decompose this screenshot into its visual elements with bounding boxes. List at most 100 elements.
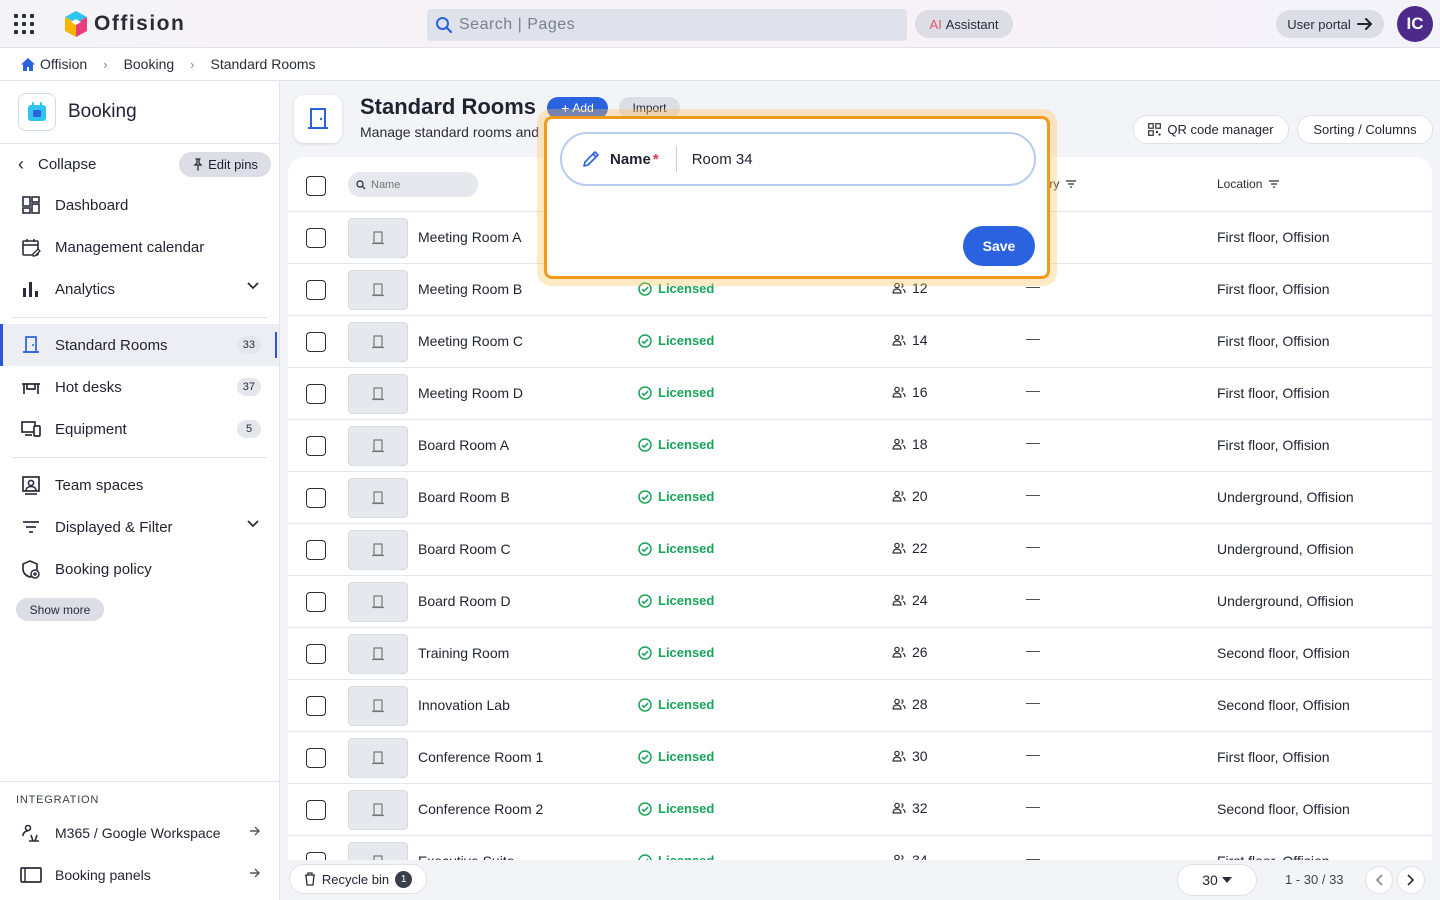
- room-thumbnail: [348, 374, 408, 414]
- name-field-label: Name *: [610, 150, 659, 168]
- row-checkbox[interactable]: [306, 228, 326, 248]
- location-header[interactable]: Location: [1217, 177, 1280, 191]
- row-checkbox[interactable]: [306, 748, 326, 768]
- qr-code-manager-button[interactable]: QR code manager: [1133, 115, 1289, 144]
- capacity: 18: [892, 436, 928, 452]
- filter-icon: [1066, 180, 1077, 188]
- table-row[interactable]: Meeting Room D Licensed 16 — First floor, Of…: [288, 368, 1432, 420]
- integration-item-booking-panels[interactable]: Booking panels: [0, 854, 279, 896]
- sidebar-item-equipment[interactable]: Equipment 5: [0, 408, 279, 450]
- sidebar-title: Booking: [68, 101, 137, 122]
- room-name[interactable]: Conference Room 1: [418, 749, 543, 765]
- sidebar-item-displayed-filter[interactable]: Displayed & Filter: [0, 506, 279, 548]
- breadcrumb-home[interactable]: Offision: [20, 56, 87, 72]
- row-checkbox[interactable]: [306, 592, 326, 612]
- user-avatar[interactable]: IC: [1397, 6, 1433, 42]
- apps-grid-icon[interactable]: [14, 14, 34, 34]
- room-thumbnail: [348, 686, 408, 726]
- global-search[interactable]: [427, 9, 907, 41]
- bar-chart-icon: [20, 278, 42, 300]
- license-status: Licensed: [638, 385, 714, 400]
- room-name[interactable]: Meeting Room B: [418, 281, 522, 297]
- row-checkbox[interactable]: [306, 280, 326, 300]
- row-checkbox[interactable]: [306, 644, 326, 664]
- people-icon: [892, 386, 906, 398]
- collapse-toggle[interactable]: ‹ Collapse Edit pins: [0, 144, 279, 184]
- room-name[interactable]: Board Room A: [418, 437, 509, 453]
- row-checkbox[interactable]: [306, 488, 326, 508]
- room-name[interactable]: Conference Room 2: [418, 801, 543, 817]
- sorting-columns-button[interactable]: Sorting / Columns: [1297, 115, 1433, 144]
- room-name[interactable]: Training Room: [418, 645, 509, 661]
- location-value: First floor, Offision: [1217, 385, 1330, 401]
- location-value: Second floor, Offision: [1217, 801, 1350, 817]
- sidebar-item-management-calendar[interactable]: Management calendar: [0, 226, 279, 268]
- table-row[interactable]: Board Room A Licensed 18 — First floor, Offi…: [288, 420, 1432, 472]
- table-row[interactable]: Board Room C Licensed 22 — Underground, Offi…: [288, 524, 1432, 576]
- room-name[interactable]: Board Room C: [418, 541, 511, 557]
- sidebar-header: Booking: [0, 81, 279, 144]
- name-input[interactable]: [691, 150, 992, 168]
- row-checkbox[interactable]: [306, 540, 326, 560]
- table-row[interactable]: Conference Room 2 Licensed 32 — Second floor…: [288, 784, 1432, 836]
- breadcrumb-booking[interactable]: Booking: [124, 56, 175, 72]
- sidebar-nav-bottom: Team spaces Displayed & Filter Booking p…: [0, 464, 279, 590]
- table-row[interactable]: Meeting Room C Licensed 14 — First floor, Of…: [288, 316, 1432, 368]
- show-more-button[interactable]: Show more: [16, 598, 104, 621]
- next-page-button[interactable]: [1397, 866, 1425, 894]
- edit-pins-button[interactable]: Edit pins: [179, 152, 271, 177]
- prev-page-button[interactable]: [1365, 866, 1393, 894]
- row-checkbox[interactable]: [306, 332, 326, 352]
- room-name[interactable]: Meeting Room A: [418, 229, 522, 245]
- room-name[interactable]: Board Room B: [418, 489, 510, 505]
- sidebar-item-booking-policy[interactable]: Booking policy: [0, 548, 279, 590]
- license-status: Licensed: [638, 593, 714, 608]
- ai-badge: AI: [929, 16, 942, 32]
- name-filter-input[interactable]: [371, 178, 471, 191]
- arrow-right-icon: [250, 826, 260, 836]
- row-checkbox[interactable]: [306, 384, 326, 404]
- row-checkbox[interactable]: [306, 436, 326, 456]
- select-all-checkbox[interactable]: [306, 176, 326, 196]
- room-thumbnail: [348, 634, 408, 674]
- user-portal-button[interactable]: User portal: [1276, 10, 1384, 38]
- chevron-down-icon: [247, 282, 259, 290]
- sidebar-item-dashboard[interactable]: Dashboard: [0, 184, 279, 226]
- table-row[interactable]: Innovation Lab Licensed 28 — Second floor, O…: [288, 680, 1432, 732]
- chevron-down-icon: [247, 520, 259, 528]
- sidebar-item-standard-rooms[interactable]: Standard Rooms 33: [0, 324, 279, 366]
- table-row[interactable]: Executive Suite Licensed 34 — First floor, O…: [288, 836, 1432, 860]
- name-filter[interactable]: [348, 172, 478, 197]
- save-button[interactable]: Save: [963, 226, 1035, 266]
- sidebar-item-team-spaces[interactable]: Team spaces: [0, 464, 279, 506]
- room-name[interactable]: Meeting Room D: [418, 385, 523, 401]
- search-icon: [436, 17, 453, 34]
- row-checkbox[interactable]: [306, 696, 326, 716]
- filter-icon: [1269, 180, 1280, 188]
- table-row[interactable]: Conference Room 1 Licensed 30 — First floor,…: [288, 732, 1432, 784]
- table-row[interactable]: Training Room Licensed 26 — Second floor, Of…: [288, 628, 1432, 680]
- recycle-bin-button[interactable]: Recycle bin 1: [289, 864, 427, 894]
- room-name[interactable]: Executive Suite: [418, 853, 515, 860]
- search-input[interactable]: [459, 16, 879, 34]
- integration-item-m365[interactable]: M365 / Google Workspace: [0, 812, 279, 854]
- table-row[interactable]: Board Room D Licensed 24 — Underground, Offi…: [288, 576, 1432, 628]
- chevron-right-icon: ›: [190, 56, 195, 72]
- room-name[interactable]: Innovation Lab: [418, 697, 510, 713]
- assistant-button[interactable]: AI Assistant: [915, 10, 1013, 38]
- door-icon: [372, 751, 384, 765]
- row-checkbox[interactable]: [306, 800, 326, 820]
- row-checkbox[interactable]: [306, 852, 326, 860]
- chevron-left-icon: [1375, 874, 1383, 886]
- name-field[interactable]: Name *: [560, 132, 1036, 186]
- workspace-sync-icon: [20, 822, 42, 844]
- brand-logo[interactable]: Offision: [64, 9, 185, 39]
- search-icon: [356, 179, 366, 189]
- page-size-select[interactable]: 30: [1177, 864, 1257, 896]
- table-row[interactable]: Board Room B Licensed 20 — Underground, Offi…: [288, 472, 1432, 524]
- room-name[interactable]: Board Room D: [418, 593, 511, 609]
- sidebar-item-analytics[interactable]: Analytics: [0, 268, 279, 310]
- room-name[interactable]: Meeting Room C: [418, 333, 523, 349]
- sidebar-item-hot-desks[interactable]: Hot desks 37: [0, 366, 279, 408]
- pin-icon: [193, 158, 203, 171]
